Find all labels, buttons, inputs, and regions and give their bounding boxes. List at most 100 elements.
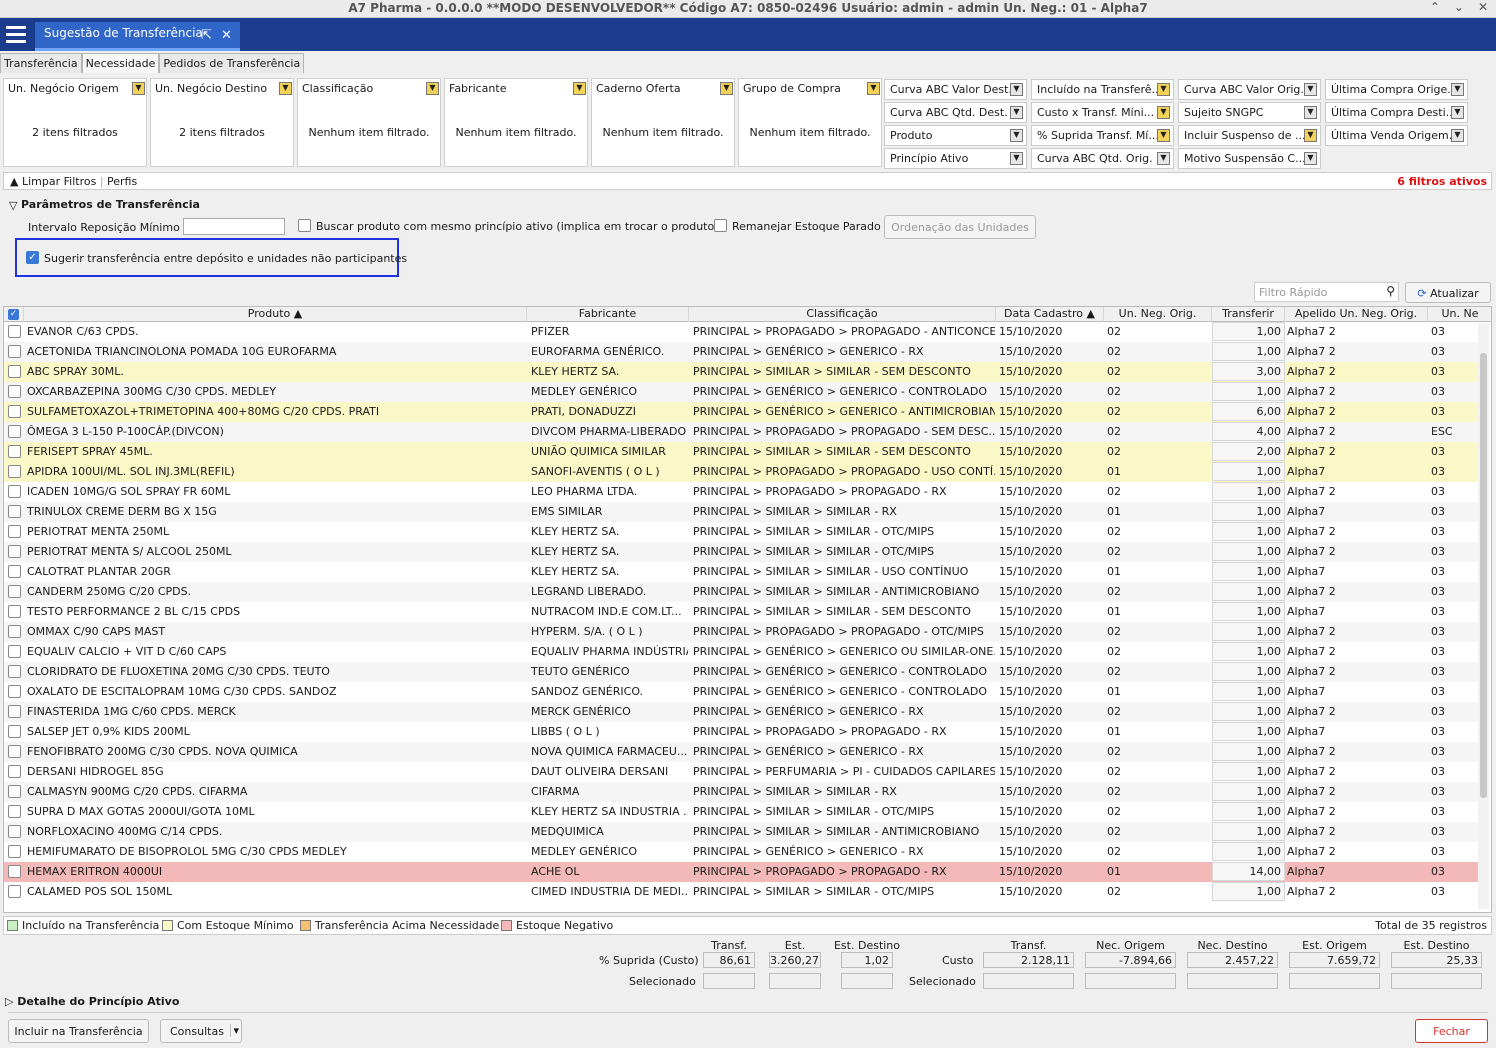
row-checkbox[interactable]	[8, 885, 21, 898]
table-row[interactable]: SUPRA D MAX GOTAS 2000UI/GOTA 10ML KLEY H…	[4, 802, 1479, 822]
suggest-checkbox[interactable]: ✓	[26, 251, 39, 264]
filter-panel[interactable]: Fabricante ▼ Nenhum item filtrado.	[444, 78, 588, 167]
table-row[interactable]: FINASTERIDA 1MG C/60 CPDS. MERCK MERCK GE…	[4, 702, 1479, 722]
transfer-qty-cell[interactable]: 1,00	[1212, 822, 1285, 841]
row-checkbox[interactable]	[8, 825, 21, 838]
maximize-icon[interactable]: ⌄	[1454, 0, 1464, 14]
hamburger-menu-icon[interactable]	[6, 26, 26, 43]
filter-cell[interactable]: Incluir Suspenso de ... ▼	[1178, 125, 1321, 146]
table-row[interactable]: CANDERM 250MG C/20 CPDS. LEGRAND LIBERADO…	[4, 582, 1479, 602]
row-checkbox[interactable]	[8, 805, 21, 818]
transfer-qty-cell[interactable]: 3,00	[1212, 362, 1285, 381]
transfer-qty-cell[interactable]: 1,00	[1212, 782, 1285, 801]
row-checkbox[interactable]	[8, 365, 21, 378]
transfer-qty-cell[interactable]: 1,00	[1212, 342, 1285, 361]
detach-icon[interactable]: ⇱	[201, 28, 212, 43]
subtab-necessidade[interactable]: Necessidade	[81, 53, 160, 73]
filter-cell[interactable]: Motivo Suspensão C... ▼	[1178, 148, 1321, 169]
collapse-icon[interactable]: ▲	[10, 175, 18, 188]
table-row[interactable]: CALMASYN 900MG C/20 CPDS. CIFARMA CIFARMA…	[4, 782, 1479, 802]
filter-panel[interactable]: Un. Negócio Destino ▼ 2 itens filtrados	[150, 78, 294, 167]
filter-cell[interactable]: % Suprida Transf. Mí... ▼	[1031, 125, 1174, 146]
funnel-icon[interactable]: ▼	[867, 82, 880, 95]
table-row[interactable]: APIDRA 100UI/ML. SOL INJ.3ML(REFIL) SANOF…	[4, 462, 1479, 482]
tab-sugestao-transferencia[interactable]: Sugestão de Transferência ⇱ ✕	[35, 22, 240, 51]
filter-cell[interactable]: Princípio Ativo ▼	[884, 148, 1027, 169]
transfer-qty-cell[interactable]: 1,00	[1212, 502, 1285, 521]
transfer-qty-cell[interactable]: 1,00	[1212, 702, 1285, 721]
table-row[interactable]: FERISEPT SPRAY 45ML. UNIÃO QUIMICA SIMILA…	[4, 442, 1479, 462]
funnel-icon[interactable]: ▼	[279, 82, 292, 95]
filter-panel[interactable]: Classificação ▼ Nenhum item filtrado.	[297, 78, 441, 167]
transfer-qty-cell[interactable]: 1,00	[1212, 722, 1285, 741]
table-row[interactable]: PERIOTRAT MENTA S/ ALCOOL 250ML KLEY HERT…	[4, 542, 1479, 562]
row-checkbox[interactable]	[8, 565, 21, 578]
table-row[interactable]: FENOFIBRATO 200MG C/30 CPDS. NOVA QUIMIC…	[4, 742, 1479, 762]
transfer-qty-cell[interactable]: 1,00	[1212, 742, 1285, 761]
funnel-icon[interactable]: ▼	[1157, 129, 1170, 142]
transfer-qty-cell[interactable]: 2,00	[1212, 442, 1285, 461]
transfer-qty-cell[interactable]: 1,00	[1212, 662, 1285, 681]
row-checkbox[interactable]	[8, 585, 21, 598]
row-checkbox[interactable]	[8, 525, 21, 538]
same-principle-checkbox[interactable]	[298, 219, 311, 232]
transfer-qty-cell[interactable]: 1,00	[1212, 382, 1285, 401]
table-row[interactable]: CALAMED POS SOL 150ML CIMED INDUSTRIA DE …	[4, 882, 1479, 902]
column-header[interactable]: Apelido Un. Neg. Orig.	[1285, 307, 1428, 322]
table-row[interactable]: EQUALIV CALCIO + VIT D C/60 CAPS EQUALIV …	[4, 642, 1479, 662]
params-collapse-icon[interactable]: ▽	[9, 199, 17, 212]
transfer-qty-cell[interactable]: 1,00	[1212, 882, 1285, 901]
transfer-qty-cell[interactable]: 1,00	[1212, 682, 1285, 701]
dropdown-chevron-icon[interactable]: ▾	[230, 1024, 239, 1037]
table-row[interactable]: ICADEN 10MG/G SOL SPRAY FR 60ML LEO PHARM…	[4, 482, 1479, 502]
funnel-icon[interactable]: ▼	[1010, 106, 1023, 119]
funnel-icon[interactable]: ▼	[1451, 83, 1464, 96]
transfer-qty-cell[interactable]: 6,00	[1212, 402, 1285, 421]
row-checkbox[interactable]	[8, 405, 21, 418]
search-icon[interactable]: ⚲	[1386, 284, 1395, 298]
row-checkbox[interactable]	[8, 605, 21, 618]
row-checkbox[interactable]	[8, 345, 21, 358]
funnel-icon[interactable]: ▼	[1010, 152, 1023, 165]
table-row[interactable]: HEMAX ERITRON 4000UI ACHE OL PRINCIPAL > P…	[4, 862, 1479, 882]
transfer-qty-cell[interactable]: 1,00	[1212, 622, 1285, 641]
filter-cell[interactable]: Custo x Transf. Míni... ▼	[1031, 102, 1174, 123]
close-button[interactable]: Fechar	[1415, 1019, 1488, 1043]
filter-cell[interactable]: Última Venda Origem... ▼	[1325, 125, 1468, 146]
clear-filters-link[interactable]: Limpar Filtros	[22, 175, 96, 188]
row-checkbox[interactable]	[8, 865, 21, 878]
row-checkbox[interactable]	[8, 385, 21, 398]
row-checkbox[interactable]	[8, 645, 21, 658]
funnel-icon[interactable]: ▼	[426, 82, 439, 95]
transfer-qty-cell[interactable]: 1,00	[1212, 522, 1285, 541]
row-checkbox[interactable]	[8, 445, 21, 458]
filter-cell[interactable]: Curva ABC Valor Dest. ▼	[884, 79, 1027, 100]
refresh-button[interactable]: ⟳ Atualizar	[1405, 282, 1491, 303]
funnel-icon[interactable]: ▼	[720, 82, 733, 95]
order-units-button[interactable]: Ordenação das Unidades	[884, 215, 1036, 239]
row-checkbox[interactable]	[8, 745, 21, 758]
filter-cell[interactable]: Sujeito SNGPC ▼	[1178, 102, 1321, 123]
vertical-scrollbar[interactable]	[1478, 323, 1489, 909]
table-row[interactable]: HEMIFUMARATO DE BISOPROLOL 5MG C/30 CPDS…	[4, 842, 1479, 862]
table-row[interactable]: TESTO PERFORMANCE 2 BL C/15 CPDS NUTRACOM…	[4, 602, 1479, 622]
transfer-qty-cell[interactable]: 1,00	[1212, 482, 1285, 501]
table-row[interactable]: SULFAMETOXAZOL+TRIMETOPINA 400+80MG C/20…	[4, 402, 1479, 422]
table-row[interactable]: EVANOR C/63 CPDS. PFIZER PRINCIPAL > PROPA…	[4, 322, 1479, 342]
transfer-qty-cell[interactable]: 1,00	[1212, 802, 1285, 821]
table-row[interactable]: OXALATO DE ESCITALOPRAM 10MG C/30 CPDS. …	[4, 682, 1479, 702]
row-checkbox[interactable]	[8, 545, 21, 558]
row-checkbox[interactable]	[8, 765, 21, 778]
row-checkbox[interactable]	[8, 465, 21, 478]
transfer-qty-cell[interactable]: 1,00	[1212, 642, 1285, 661]
column-header[interactable]: Classificação	[689, 307, 996, 322]
funnel-icon[interactable]: ▼	[1157, 152, 1170, 165]
funnel-icon[interactable]: ▼	[1304, 106, 1317, 119]
table-row[interactable]: ÔMEGA 3 L-150 P-100CÁP.(DIVCON) DIVCOM PH…	[4, 422, 1479, 442]
filter-cell[interactable]: Curva ABC Valor Orig. ▼	[1178, 79, 1321, 100]
column-header[interactable]: Produto ▲	[24, 307, 527, 322]
include-transfer-button[interactable]: Incluir na Transferência	[8, 1019, 149, 1043]
table-row[interactable]: SALSEP JET 0,9% KIDS 200ML LIBBS ( O L ) P…	[4, 722, 1479, 742]
funnel-icon[interactable]: ▼	[1157, 83, 1170, 96]
table-row[interactable]: TRINULOX CREME DERM BG X 15G EMS SIMILAR P…	[4, 502, 1479, 522]
